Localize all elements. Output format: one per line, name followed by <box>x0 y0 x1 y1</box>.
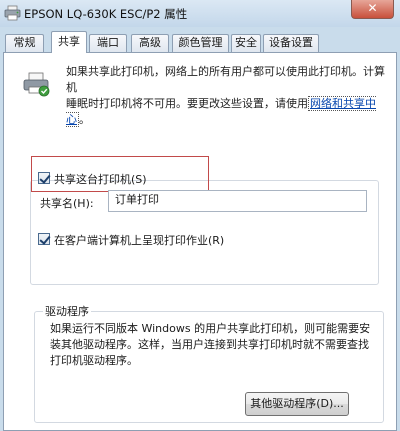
share-name-input[interactable]: 订单打印 <box>108 190 367 212</box>
sharing-description: 如果共享此打印机，网络上的所有用户都可以使用此打印机。计算机 睡眠时打印机将不可… <box>66 64 394 128</box>
share-printer-label[interactable]: 共享这台打印机(S) <box>54 171 147 187</box>
share-name-label: 共享名(H): <box>40 197 94 210</box>
close-icon: ✕ <box>367 1 378 15</box>
tab-ports[interactable]: 端口 <box>89 34 127 52</box>
tab-advanced[interactable]: 高级 <box>131 34 169 52</box>
title-bar: EPSON LQ-630K ESC/P2 属性 ✕ <box>0 0 400 27</box>
tab-strip: 常规 共享 端口 高级 颜色管理 安全 设备设置 <box>0 31 400 53</box>
drivers-description-line3: 打印机驱动程序。 <box>50 354 138 367</box>
drivers-description-line2: 装其他驱动程序。这样，当用户连接到共享打印机时就不需要查找 <box>50 338 369 351</box>
drivers-description: 如果运行不同版本 Windows 的用户共享此打印机，则可能需要安 装其他驱动程… <box>50 321 374 369</box>
drivers-group-title: 驱动程序 <box>43 303 91 319</box>
other-drivers-button[interactable]: 其他驱动程序(D)... <box>245 392 349 416</box>
printer-icon <box>4 5 21 21</box>
share-printer-checkbox[interactable] <box>38 172 50 184</box>
tab-general[interactable]: 常规 <box>5 34 44 52</box>
tab-color-management[interactable]: 颜色管理 <box>172 34 229 52</box>
render-client-label[interactable]: 在客户端计算机上呈现打印作业(R) <box>54 232 224 248</box>
tab-sharing[interactable]: 共享 <box>51 31 87 53</box>
sharing-description-line2: 睡眠时打印机将不可用。要更改这些设置，请使用 网络和共享中心。 <box>66 96 394 128</box>
tab-security[interactable]: 安全 <box>231 34 261 52</box>
render-client-checkbox[interactable] <box>38 233 50 245</box>
window-title: EPSON LQ-630K ESC/P2 属性 <box>24 7 188 21</box>
tab-device-settings[interactable]: 设备设置 <box>263 34 319 52</box>
drivers-description-line1: 如果运行不同版本 Windows 的用户共享此打印机，则可能需要安 <box>50 322 371 335</box>
shared-printer-icon <box>23 72 50 97</box>
sharing-description-line2-text: 睡眠时打印机将不可用。要更改这些设置，请使用 <box>66 97 308 110</box>
sharing-description-end: 。 <box>79 113 90 126</box>
sharing-description-line1: 如果共享此打印机，网络上的所有用户都可以使用此打印机。计算机 <box>66 65 385 94</box>
close-button[interactable]: ✕ <box>351 0 394 19</box>
